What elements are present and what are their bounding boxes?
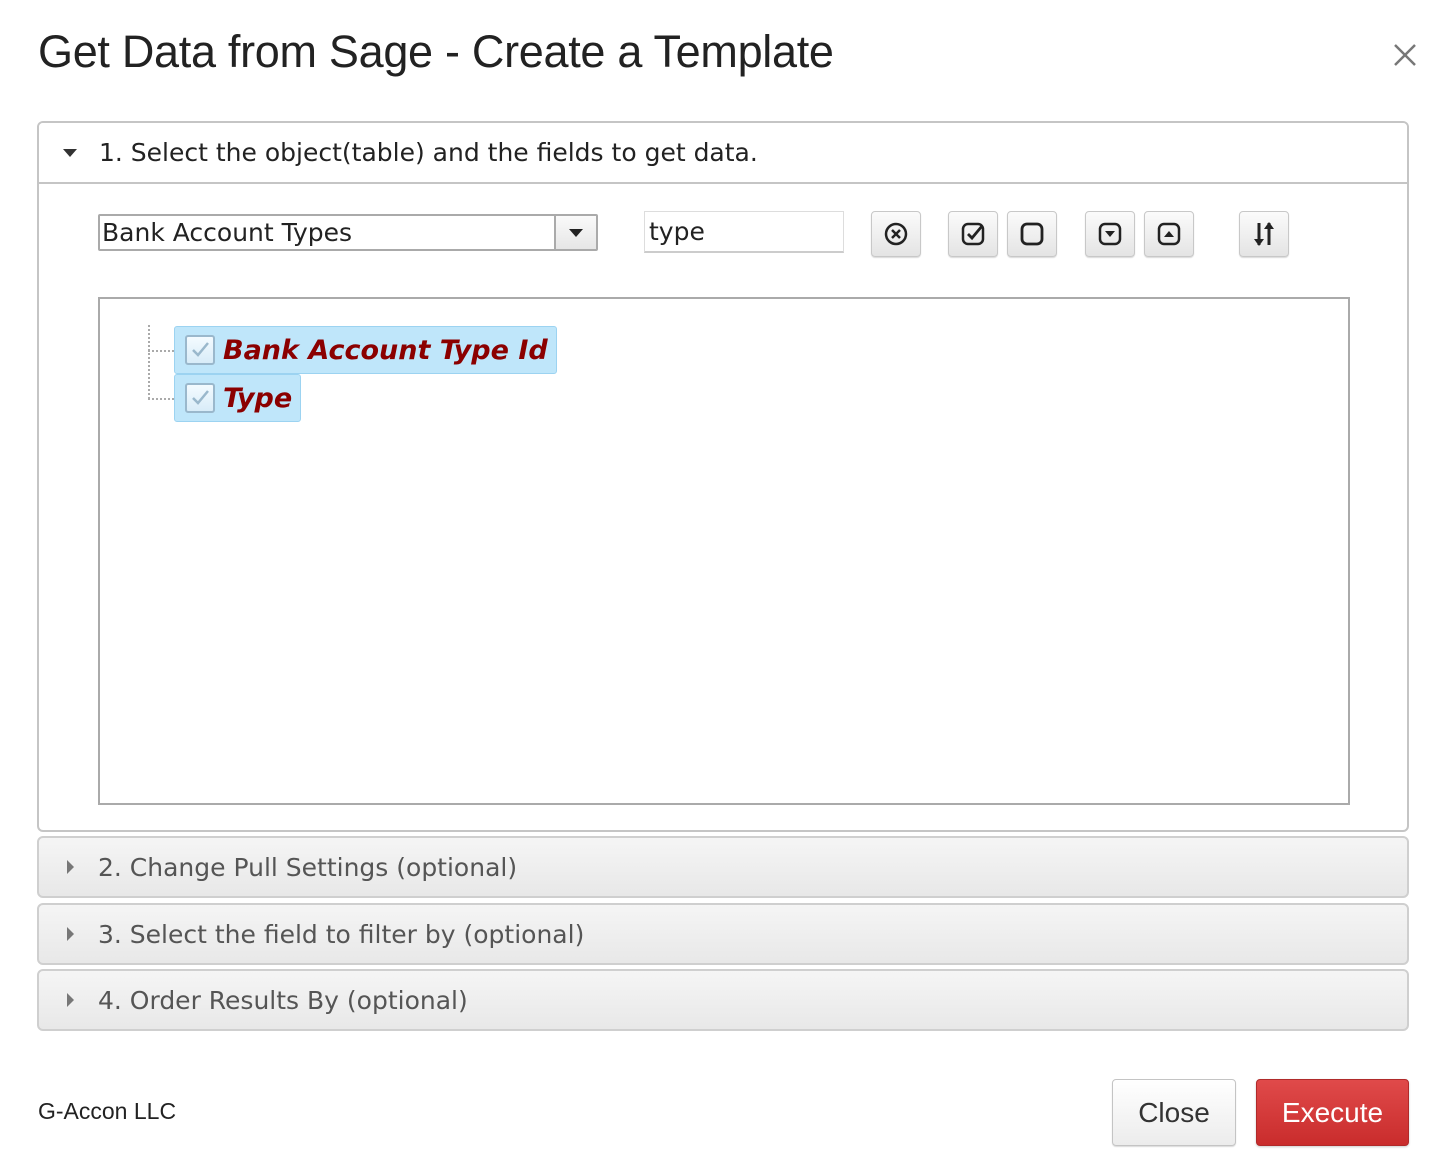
tree-node-label: Type: [223, 382, 293, 414]
dialog-title: Get Data from Sage - Create a Template: [38, 26, 834, 77]
sort-icon: [1254, 222, 1274, 246]
collapse-button[interactable]: [1144, 211, 1194, 257]
clear-search-icon: [884, 222, 908, 246]
uncheck-all-button[interactable]: [1007, 211, 1057, 257]
section-label: 2. Change Pull Settings (optional): [98, 852, 518, 882]
collapse-icon: [1157, 222, 1181, 246]
tree-node[interactable]: Type: [174, 374, 302, 422]
close-button[interactable]: Close: [1112, 1079, 1236, 1146]
section-label: 3. Select the field to filter by (option…: [98, 919, 585, 949]
field-search-input[interactable]: [644, 211, 844, 253]
section-header-3[interactable]: 3. Select the field to filter by (option…: [37, 903, 1409, 965]
section-header-4[interactable]: 4. Order Results By (optional): [37, 969, 1409, 1031]
object-select-value: Bank Account Types: [102, 218, 353, 247]
caret-right-icon: [67, 993, 74, 1007]
checkbox-checked-icon[interactable]: [185, 383, 215, 413]
clear-search-button[interactable]: [871, 211, 921, 257]
section-label: 1. Select the object(table) and the fiel…: [99, 138, 758, 167]
dropdown-arrow-icon[interactable]: [554, 216, 596, 249]
section-select-object: 1. Select the object(table) and the fiel…: [37, 121, 1409, 832]
tree-connector: [148, 350, 174, 352]
field-tree: Bank Account Type Id Type: [98, 297, 1350, 805]
section-label: 4. Order Results By (optional): [98, 985, 468, 1015]
caret-right-icon: [67, 860, 74, 874]
sort-button[interactable]: [1239, 211, 1289, 257]
check-all-icon: [961, 222, 985, 246]
execute-button[interactable]: Execute: [1256, 1079, 1409, 1146]
section-header-1[interactable]: 1. Select the object(table) and the fiel…: [39, 123, 1407, 184]
tree-connector: [148, 325, 150, 399]
section-header-2[interactable]: 2. Change Pull Settings (optional): [37, 836, 1409, 898]
checkbox-checked-icon[interactable]: [185, 335, 215, 365]
expand-icon: [1098, 222, 1122, 246]
caret-right-icon: [67, 927, 74, 941]
tree-node[interactable]: Bank Account Type Id: [174, 326, 557, 374]
check-all-button[interactable]: [948, 211, 998, 257]
expand-button[interactable]: [1085, 211, 1135, 257]
tree-node-label: Bank Account Type Id: [223, 334, 548, 366]
object-select[interactable]: Bank Account Types: [98, 214, 598, 251]
caret-down-icon: [63, 148, 77, 157]
company-name: G-Accon LLC: [38, 1098, 177, 1124]
uncheck-all-icon: [1020, 222, 1044, 246]
tree-connector: [148, 398, 174, 400]
close-icon[interactable]: [1388, 38, 1422, 72]
